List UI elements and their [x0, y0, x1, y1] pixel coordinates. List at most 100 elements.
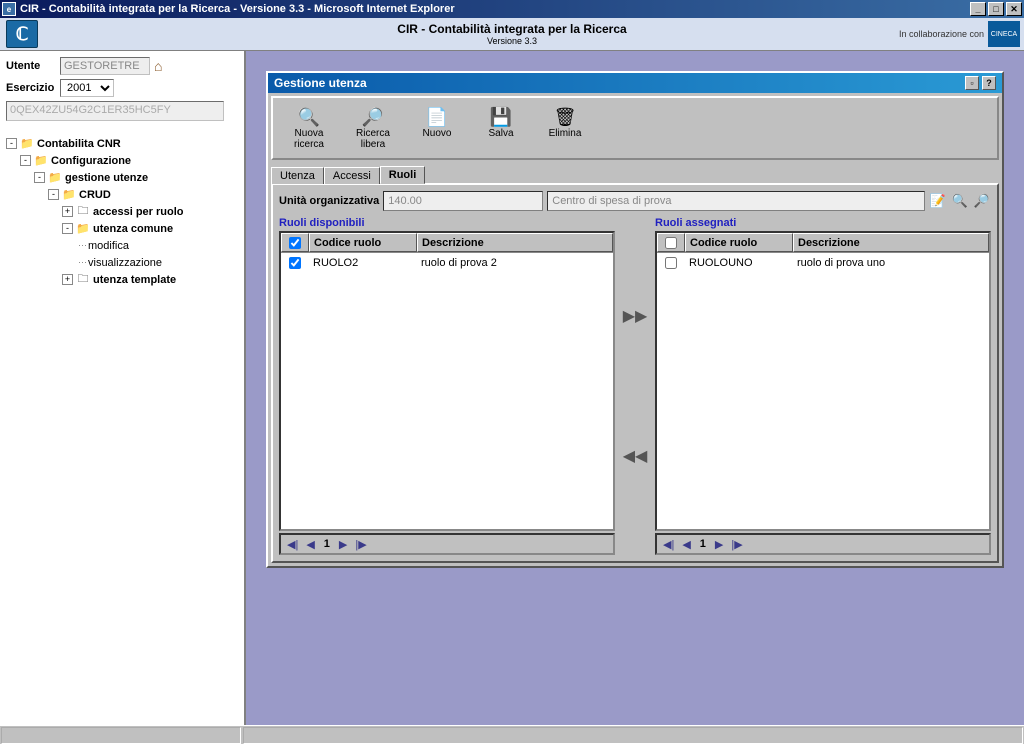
tree-node[interactable]: -📁utenza comune: [6, 220, 238, 237]
assigned-header-code[interactable]: Codice ruolo: [685, 233, 793, 252]
folder-icon: 📁: [34, 155, 48, 167]
tree-label[interactable]: CRUD: [79, 189, 111, 201]
sidebar: Utente ⌂ Esercizio 2001 0QEX42ZU54G2C1ER…: [0, 51, 246, 725]
row-code: RUOLO2: [309, 255, 417, 271]
window-titlebar: e CIR - Contabilità integrata per la Ric…: [0, 0, 1024, 18]
tree-node[interactable]: ⋯visualizzazione: [6, 254, 238, 271]
salva-button[interactable]: 💾Salva: [469, 104, 533, 152]
year-select[interactable]: 2001: [60, 79, 114, 97]
toolbar: 🔍Nuovaricerca🔎Ricercalibera📄Nuovo💾Salva🗑…: [271, 96, 999, 160]
tree-label[interactable]: visualizzazione: [88, 257, 162, 269]
folder-icon: 📁: [48, 172, 62, 184]
pager-last-button[interactable]: |▶: [729, 538, 744, 551]
tab-ruoli[interactable]: Ruoli: [380, 166, 426, 184]
nuovo-button[interactable]: 📄Nuovo: [405, 104, 469, 152]
collapse-icon[interactable]: -: [6, 138, 17, 149]
panel-titlebar: Gestione utenza ▫ ?: [268, 73, 1002, 93]
row-checkbox[interactable]: [665, 257, 677, 269]
ricerca-libera-icon: 🔎: [343, 106, 403, 128]
expand-icon[interactable]: +: [62, 274, 73, 285]
elimina-icon: 🗑: [535, 106, 595, 128]
tree-label[interactable]: Contabilita CNR: [37, 138, 121, 150]
tree-label[interactable]: accessi per ruolo: [93, 206, 184, 218]
assigned-pager: ◀| ◀ 1 ▶ |▶: [655, 533, 991, 555]
maximize-button[interactable]: □: [988, 2, 1004, 16]
tree-label[interactable]: utenza template: [93, 274, 176, 286]
collapse-icon[interactable]: -: [62, 223, 73, 234]
user-label: Utente: [6, 60, 56, 72]
unit-browse-icon[interactable]: 🔎: [973, 192, 991, 210]
pager-prev-button[interactable]: ◀: [304, 538, 316, 551]
pager-page: 1: [321, 538, 333, 550]
window-title: CIR - Contabilità integrata per la Ricer…: [20, 3, 968, 15]
tree-node[interactable]: -📁Configurazione: [6, 152, 238, 169]
collab-label: In collaborazione con: [899, 29, 984, 39]
collapse-icon[interactable]: -: [48, 189, 59, 200]
assigned-title: Ruoli assegnati: [655, 217, 991, 229]
pager-next-button[interactable]: ▶: [713, 538, 725, 551]
tree-label[interactable]: modifica: [88, 240, 129, 252]
available-list: Codice ruolo Descrizione RUOLO2ruolo di …: [279, 231, 615, 531]
app-logo-icon: ℂ: [6, 20, 38, 48]
unit-code-field[interactable]: [383, 191, 543, 211]
available-header-code[interactable]: Codice ruolo: [309, 233, 417, 252]
partner-logo: CINECA: [988, 21, 1020, 47]
pager-last-button[interactable]: |▶: [353, 538, 368, 551]
tab-row: UtenzaAccessiRuoli: [268, 163, 1002, 183]
tree-node[interactable]: ⋯modifica: [6, 237, 238, 254]
pager-first-button[interactable]: ◀|: [661, 538, 676, 551]
add-button[interactable]: ▶▶: [621, 306, 649, 326]
assigned-header-check[interactable]: [657, 233, 685, 252]
tree-label[interactable]: utenza comune: [93, 223, 173, 235]
row-code: RUOLOUNO: [685, 255, 793, 271]
assigned-header-desc[interactable]: Descrizione: [793, 233, 989, 252]
year-label: Esercizio: [6, 82, 56, 94]
panel-title: Gestione utenza: [274, 76, 367, 90]
ricerca-libera-button[interactable]: 🔎Ricercalibera: [341, 104, 405, 152]
user-field[interactable]: [60, 57, 150, 75]
minimize-button[interactable]: _: [970, 2, 986, 16]
elimina-button[interactable]: 🗑Elimina: [533, 104, 597, 152]
salva-icon: 💾: [471, 106, 531, 128]
pager-page: 1: [697, 538, 709, 550]
panel-gestione-utenza: Gestione utenza ▫ ? 🔍Nuovaricerca🔎Ricerc…: [266, 71, 1004, 568]
home-icon[interactable]: ⌂: [154, 58, 170, 74]
available-title: Ruoli disponibili: [279, 217, 615, 229]
folder-icon: 📁: [20, 138, 34, 150]
pager-prev-button[interactable]: ◀: [680, 538, 692, 551]
close-button[interactable]: ✕: [1006, 2, 1022, 16]
available-header-check[interactable]: [281, 233, 309, 252]
tree-label[interactable]: gestione utenze: [65, 172, 148, 184]
tree-label[interactable]: Configurazione: [51, 155, 131, 167]
folder-icon: 📁: [62, 189, 76, 201]
collapse-icon[interactable]: -: [20, 155, 31, 166]
nuovo-icon: 📄: [407, 106, 467, 128]
available-header-desc[interactable]: Descrizione: [417, 233, 613, 252]
license-field: 0QEX42ZU54G2C1ER35HC5FY: [6, 101, 224, 121]
tab-utenza[interactable]: Utenza: [271, 167, 324, 184]
tree-node[interactable]: -📁gestione utenze: [6, 169, 238, 186]
nuova-ricerca-icon: 🔍: [279, 106, 339, 128]
pager-next-button[interactable]: ▶: [337, 538, 349, 551]
expand-icon[interactable]: +: [62, 206, 73, 217]
nuova-ricerca-button[interactable]: 🔍Nuovaricerca: [277, 104, 341, 152]
tree-node[interactable]: -📁Contabilita CNR: [6, 135, 238, 152]
panel-pin-button[interactable]: ▫: [965, 76, 979, 90]
unit-search-icon[interactable]: 🔍: [951, 192, 969, 210]
row-desc: ruolo di prova 2: [417, 255, 613, 271]
pager-first-button[interactable]: ◀|: [285, 538, 300, 551]
table-row[interactable]: RUOLOUNOruolo di prova uno: [657, 253, 989, 273]
tab-accessi[interactable]: Accessi: [324, 167, 380, 184]
table-row[interactable]: RUOLO2ruolo di prova 2: [281, 253, 613, 273]
tree-node[interactable]: +🗀accessi per ruolo: [6, 203, 238, 220]
unit-desc-field[interactable]: [547, 191, 925, 211]
ie-icon: e: [2, 2, 16, 16]
remove-button[interactable]: ◀◀: [621, 446, 649, 466]
collapse-icon[interactable]: -: [34, 172, 45, 183]
panel-help-button[interactable]: ?: [982, 76, 996, 90]
content-area: Gestione utenza ▫ ? 🔍Nuovaricerca🔎Ricerc…: [246, 51, 1024, 725]
tree-node[interactable]: -📁CRUD: [6, 186, 238, 203]
unit-edit-icon[interactable]: 📝: [929, 192, 947, 210]
row-checkbox[interactable]: [289, 257, 301, 269]
tree-node[interactable]: +🗀utenza template: [6, 271, 238, 288]
